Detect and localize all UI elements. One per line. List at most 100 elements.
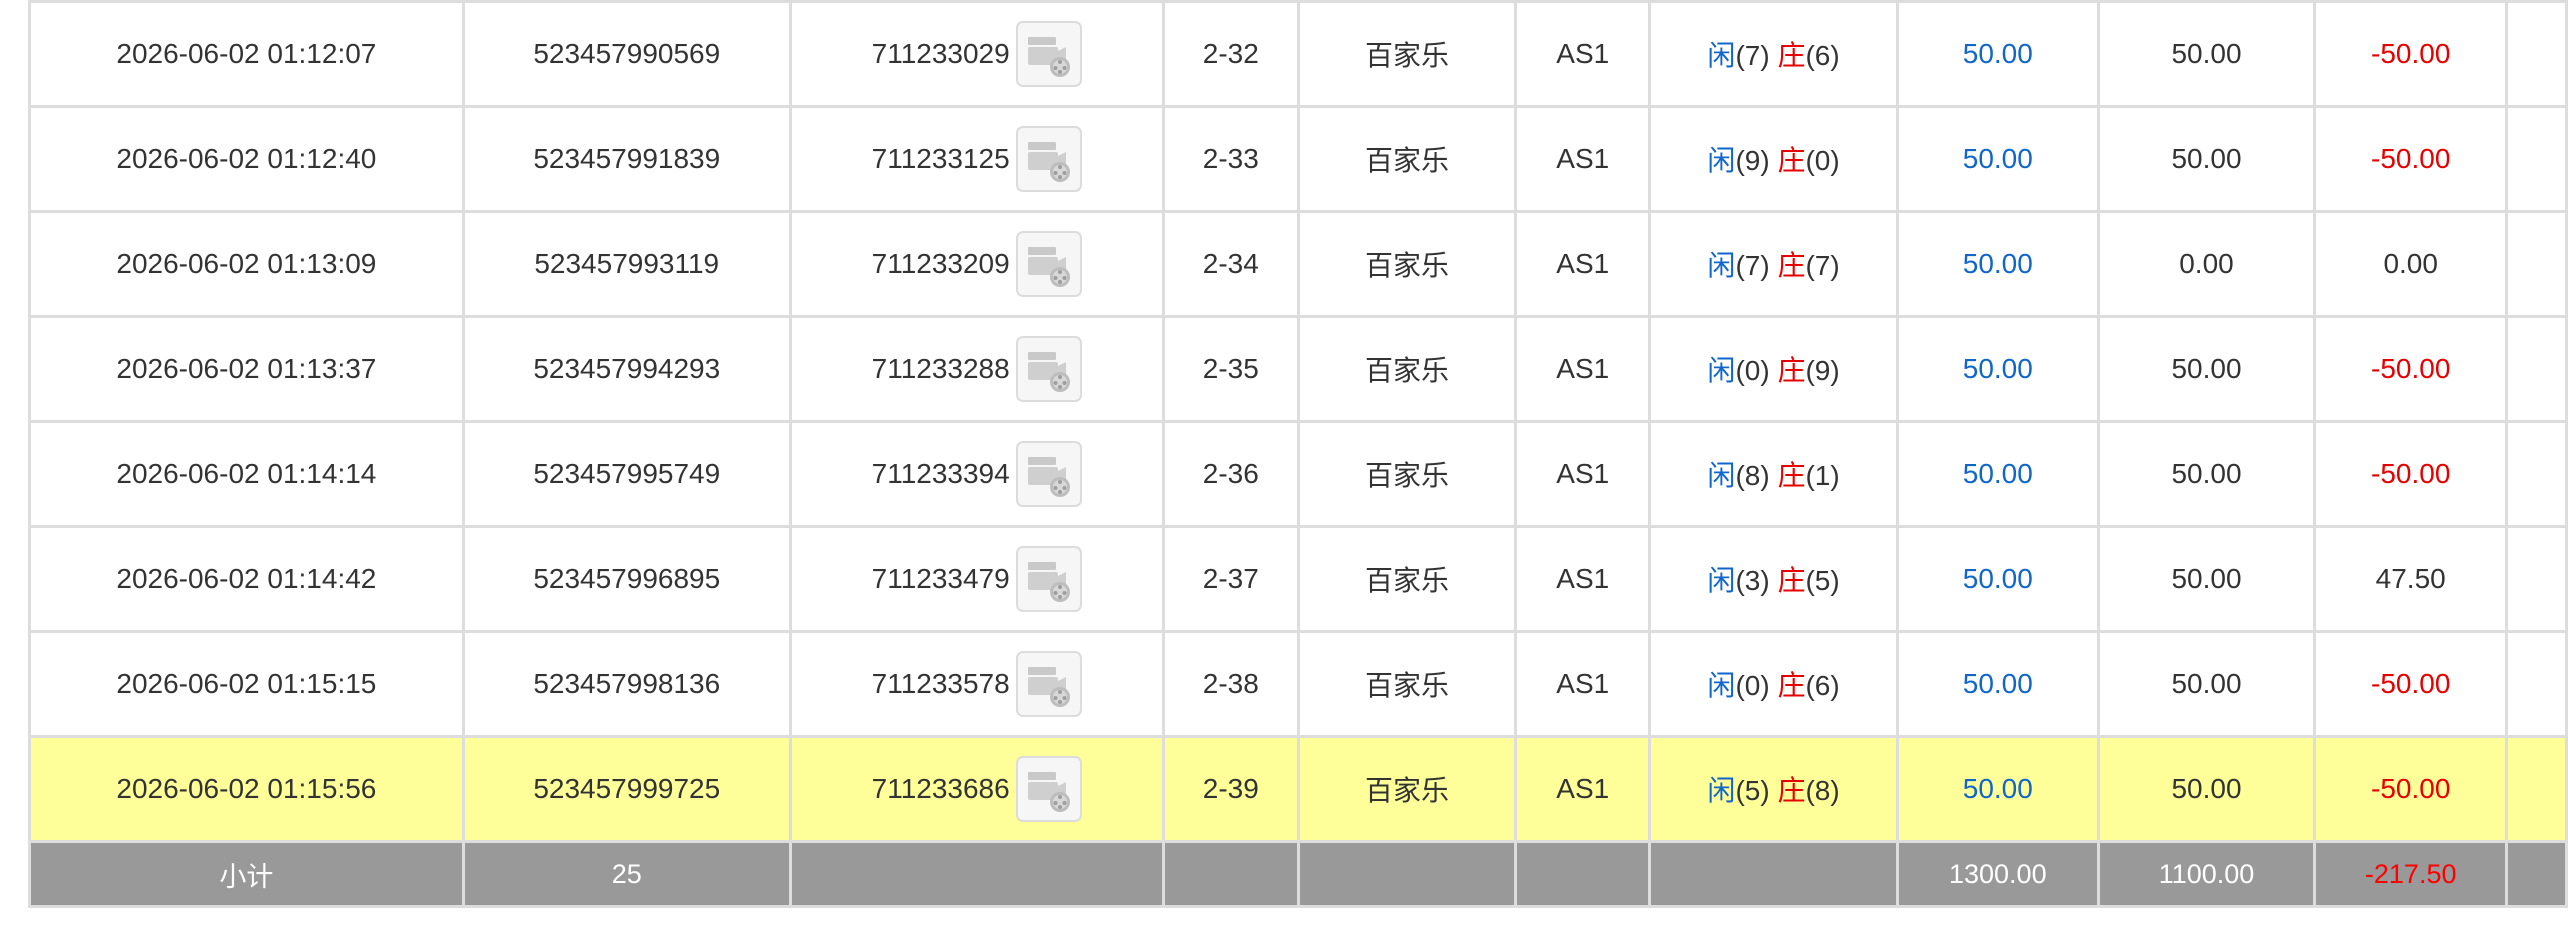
result-cell: 闲(0) 庄(9)	[1648, 315, 1899, 423]
trailing-cell	[2505, 210, 2568, 318]
table-code-cell: AS1	[1514, 105, 1652, 213]
round-id: 711233479	[871, 563, 1010, 594]
bet-time: 2026-06-02 01:14:14	[116, 458, 377, 489]
game-type: 百家乐	[1365, 460, 1450, 491]
banker-label: 庄	[1777, 775, 1806, 806]
round-id: 711233125	[871, 143, 1010, 174]
game-type: 百家乐	[1365, 670, 1450, 701]
subtotal-empty-cell	[788, 840, 1165, 908]
shoe-round-cell: 2-37	[1161, 525, 1301, 633]
win-loss: 47.50	[2375, 563, 2446, 594]
subtotal-empty-cell	[1297, 840, 1518, 908]
valid-bet-cell: 50.00	[2096, 420, 2317, 528]
shoe-round: 2-34	[1202, 248, 1259, 279]
table-code: AS1	[1556, 458, 1610, 489]
player-label: 闲	[1707, 775, 1736, 806]
bet-time-cell: 2026-06-02 01:14:14	[28, 420, 465, 528]
video-replay-icon[interactable]	[1015, 756, 1082, 822]
subtotal-bet-amount-cell: 1300.00	[1895, 840, 2100, 908]
trailing-cell	[2505, 630, 2568, 738]
table-code-cell: AS1	[1514, 0, 1652, 108]
table-row: 2026-06-02 01:14:14 523457995749 7112333…	[28, 420, 2568, 528]
shoe-round: 2-36	[1202, 458, 1259, 489]
bet-id-cell: 523457999725	[461, 735, 792, 843]
bet-amount-cell: 50.00	[1895, 630, 2100, 738]
video-replay-icon[interactable]	[1015, 546, 1082, 612]
bet-id-cell: 523457990569	[461, 0, 792, 108]
bet-amount-cell: 50.00	[1895, 525, 2100, 633]
video-replay-icon[interactable]	[1015, 336, 1082, 402]
bet-amount: 50.00	[1962, 668, 2033, 699]
trailing-cell	[2505, 105, 2568, 213]
win-loss-cell: -50.00	[2313, 0, 2509, 108]
round-id-cell: 711233394	[788, 420, 1165, 528]
bet-amount: 50.00	[1962, 248, 2033, 279]
video-replay-icon[interactable]	[1015, 441, 1082, 507]
video-replay-icon[interactable]	[1015, 651, 1082, 717]
bet-time-cell: 2026-06-02 01:15:56	[28, 735, 465, 843]
player-points: (0)	[1735, 355, 1770, 386]
player-points: (9)	[1735, 145, 1770, 176]
player-points: (7)	[1735, 250, 1770, 281]
round-id: 711233288	[871, 353, 1010, 384]
valid-bet: 50.00	[2171, 773, 2242, 804]
round-id-wrap: 711233029	[872, 21, 1082, 87]
bet-time-cell: 2026-06-02 01:12:07	[28, 0, 465, 108]
player-label: 闲	[1707, 355, 1736, 386]
shoe-round-cell: 2-36	[1161, 420, 1301, 528]
round-id-wrap: 711233479	[872, 546, 1082, 612]
bet-id: 523457996895	[533, 563, 721, 594]
game-type-cell: 百家乐	[1297, 315, 1518, 423]
table-row: 2026-06-02 01:15:15 523457998136 7112335…	[28, 630, 2568, 738]
shoe-round-cell: 2-34	[1161, 210, 1301, 318]
table-code-cell: AS1	[1514, 420, 1652, 528]
bet-id: 523457999725	[533, 773, 721, 804]
shoe-round: 2-38	[1202, 668, 1259, 699]
trailing-cell	[2505, 0, 2568, 108]
player-points: (8)	[1735, 460, 1770, 491]
valid-bet-cell: 50.00	[2096, 315, 2317, 423]
banker-points: (1)	[1805, 460, 1840, 491]
valid-bet: 50.00	[2171, 458, 2242, 489]
player-label: 闲	[1707, 565, 1736, 596]
valid-bet-cell: 50.00	[2096, 735, 2317, 843]
game-type-cell: 百家乐	[1297, 630, 1518, 738]
banker-points: (8)	[1805, 775, 1840, 806]
bet-time: 2026-06-02 01:13:09	[116, 248, 377, 279]
game-type: 百家乐	[1365, 40, 1450, 71]
bet-id: 523457994293	[533, 353, 721, 384]
game-type-cell: 百家乐	[1297, 525, 1518, 633]
player-label: 闲	[1707, 145, 1736, 176]
subtotal-valid-bet-cell: 1100.00	[2096, 840, 2317, 908]
subtotal-empty-cell	[1514, 840, 1652, 908]
bet-time-cell: 2026-06-02 01:12:40	[28, 105, 465, 213]
round-id-wrap: 711233578	[872, 651, 1082, 717]
bet-time: 2026-06-02 01:15:56	[116, 773, 377, 804]
table-code-cell: AS1	[1514, 735, 1652, 843]
bet-time: 2026-06-02 01:12:07	[116, 38, 377, 69]
valid-bet: 50.00	[2171, 668, 2242, 699]
subtotal-win-loss: -217.50	[2364, 858, 2457, 889]
round-id: 711233209	[871, 248, 1010, 279]
round-id-cell: 711233125	[788, 105, 1165, 213]
subtotal-bet-amount: 1300.00	[1948, 858, 2047, 889]
bet-id-cell: 523457995749	[461, 420, 792, 528]
player-points: (7)	[1735, 40, 1770, 71]
shoe-round: 2-32	[1202, 38, 1259, 69]
player-label: 闲	[1707, 40, 1736, 71]
player-points: (3)	[1735, 565, 1770, 596]
shoe-round-cell: 2-33	[1161, 105, 1301, 213]
bet-amount: 50.00	[1962, 38, 2033, 69]
video-replay-icon[interactable]	[1015, 21, 1082, 87]
video-replay-icon[interactable]	[1015, 231, 1082, 297]
table-row: 2026-06-02 01:12:07 523457990569 7112330…	[28, 0, 2568, 108]
bet-time: 2026-06-02 01:15:15	[116, 668, 377, 699]
table-row: 2026-06-02 01:13:09 523457993119 7112332…	[28, 210, 2568, 318]
bet-time-cell: 2026-06-02 01:13:37	[28, 315, 465, 423]
bet-amount-cell: 50.00	[1895, 420, 2100, 528]
table-code: AS1	[1556, 563, 1610, 594]
win-loss-cell: 47.50	[2313, 525, 2509, 633]
win-loss-cell: -50.00	[2313, 105, 2509, 213]
win-loss: -50.00	[2371, 38, 2451, 69]
video-replay-icon[interactable]	[1015, 126, 1082, 192]
